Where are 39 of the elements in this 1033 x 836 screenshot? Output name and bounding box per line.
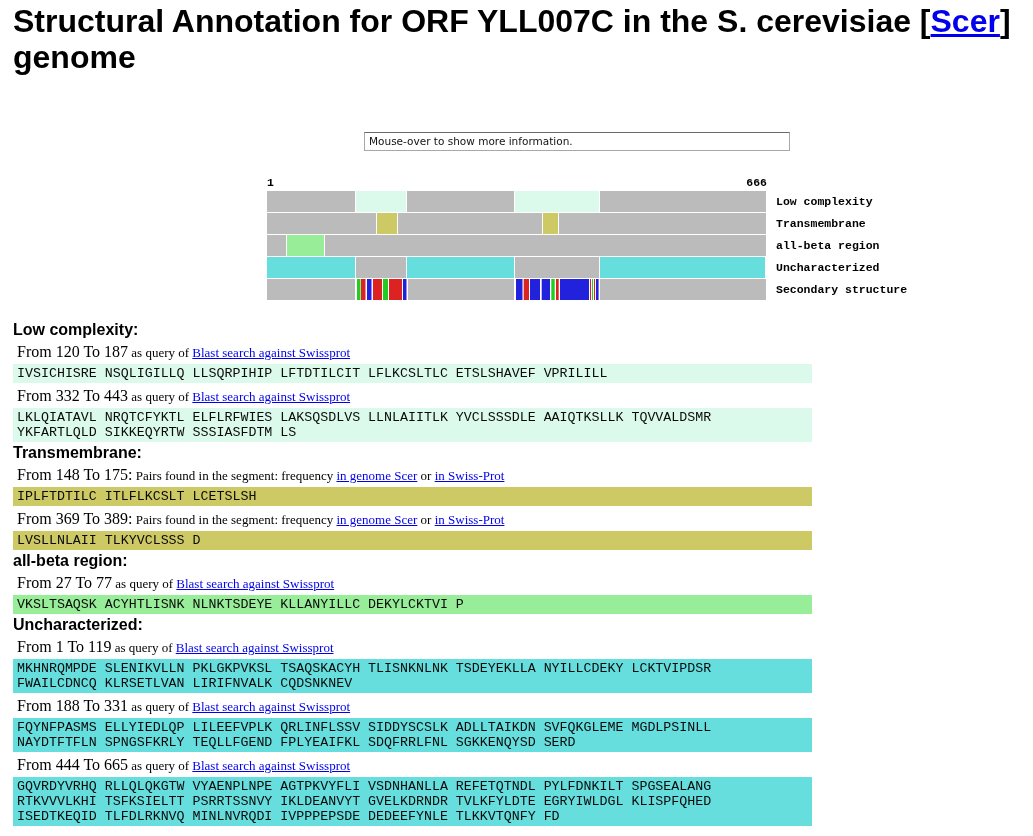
annotation-line: From 120 To 187 as query of Blast search against Swissprot bbox=[17, 342, 351, 362]
annotation-line: From 444 To 665 as query of Blast search against Swissprot bbox=[17, 755, 351, 775]
scale-end-label: 666 bbox=[746, 176, 767, 189]
track-label: Uncharacterized bbox=[776, 260, 880, 275]
sequence-block: VKSLTSAQSK ACYHTLISNK NLNKTSDEYE KLLANYILLC DEKYLCKTVI P bbox=[13, 595, 812, 614]
annotation-line: From 369 To 389: Pairs found in the segment: frequency in genome Scer or in Swiss-Prot bbox=[17, 509, 505, 529]
sequence-block: FQYNFPASMS ELLYIEDLQP LILEEFVPLK QRLINFLSSV SIDDYSCSLK ADLLTAIKDN SVFQKGLEME MGDLPSINLL NAYDTFTFLN SPNGSFKRLY TEQLLFGEND FPLYEAIFKL SDQFRRLFNL SGKKENQYSD SERD bbox=[13, 718, 812, 752]
sequence-block: IVSICHISRE NSQLIGILLQ LLSQRPIHIP LFTDTILCIT LFLKCSLTLC ETSLSHAVEF VPRILILL bbox=[13, 364, 812, 383]
link[interactable]: Blast search against Swissprot bbox=[176, 576, 335, 591]
annotation-line: From 1 To 119 as query of Blast search against Swissprot bbox=[17, 637, 334, 657]
link[interactable]: Blast search against Swissprot bbox=[192, 699, 351, 714]
page-title: Structural Annotation for ORF YLL007C in the S. cerevisiae [Scer] genome bbox=[13, 3, 1012, 75]
section-heading: Low complexity: bbox=[13, 321, 140, 339]
link[interactable]: Blast search against Swissprot bbox=[192, 389, 351, 404]
link[interactable]: in genome Scer bbox=[336, 468, 418, 483]
annotation-line: From 188 To 331 as query of Blast search against Swissprot bbox=[17, 696, 351, 716]
track-label: Transmembrane bbox=[776, 216, 866, 231]
sequence-block: LVSLLNLAII TLKYVCLSSS D bbox=[13, 531, 812, 550]
sequence-block: MKHNRQMPDE SLENIKVLLN PKLGKPVKSL TSAQSKACYH TLISNKNLNK TSDEYEKLLA NYILLCDEKY LCKTVIPDSR FWAILCDNCQ KLRSETLVAN LIRIFNVALK CQDSNKNEV bbox=[13, 659, 812, 693]
section-heading: Transmembrane: bbox=[13, 444, 143, 462]
sequence-block: GQVRDYVRHQ RLLQLQKGTW VYAENPLNPE AGTPKVYFLI VSDNHANLLA REFETQTNDL PYLFDNKILT SPGSEALANG RTKVVVLKHI TSFKSIELTT PSRRTSSNVY IKLDEANVYT GVELKDRNDR TVLKFYLDTE EGRYIWLDGL KLISPFQHED ISEDTKEQID TLFDLRKNVQ MINLNVRQDI IVPPPEPSDE DEDEEFYNLE TLKKVTQNFY FD bbox=[13, 777, 812, 826]
track-label: Low complexity bbox=[776, 194, 873, 209]
link[interactable]: in Swiss-Prot bbox=[434, 468, 505, 483]
annotation-line: From 332 To 443 as query of Blast search against Swissprot bbox=[17, 386, 351, 406]
sequence-block: LKLQIATAVL NRQTCFYKTL ELFLRFWIES LAKSQSDLVS LLNLAIITLK YVCLSSSDLE AAIQTKSLLK TQVVALDSMR YKFARTLQLD SIKKEQYRTW SSSIASFDTM LS bbox=[13, 408, 812, 442]
annotation-line: From 27 To 77 as query of Blast search against Swissprot bbox=[17, 573, 335, 593]
link[interactable]: Blast search against Swissprot bbox=[175, 640, 334, 655]
scale-start-label: 1 bbox=[267, 176, 274, 189]
link[interactable]: Blast search against Swissprot bbox=[192, 758, 351, 773]
annotation-line: From 148 To 175: Pairs found in the segment: frequency in genome Scer or in Swiss-Prot bbox=[17, 465, 505, 485]
section-heading: Uncharacterized: bbox=[13, 616, 144, 634]
link[interactable]: in genome Scer bbox=[336, 512, 418, 527]
track-label: Secondary structure bbox=[776, 282, 908, 297]
sequence-block: IPLFTDTILC ITLFLKCSLT LCETSLSH bbox=[13, 487, 812, 506]
track-label: all-beta region bbox=[776, 238, 880, 253]
info-field[interactable]: Mouse-over to show more information. bbox=[364, 132, 790, 151]
link[interactable]: Blast search against Swissprot bbox=[192, 345, 351, 360]
link[interactable]: in Swiss-Prot bbox=[434, 512, 505, 527]
section-heading: all-beta region: bbox=[13, 552, 129, 570]
